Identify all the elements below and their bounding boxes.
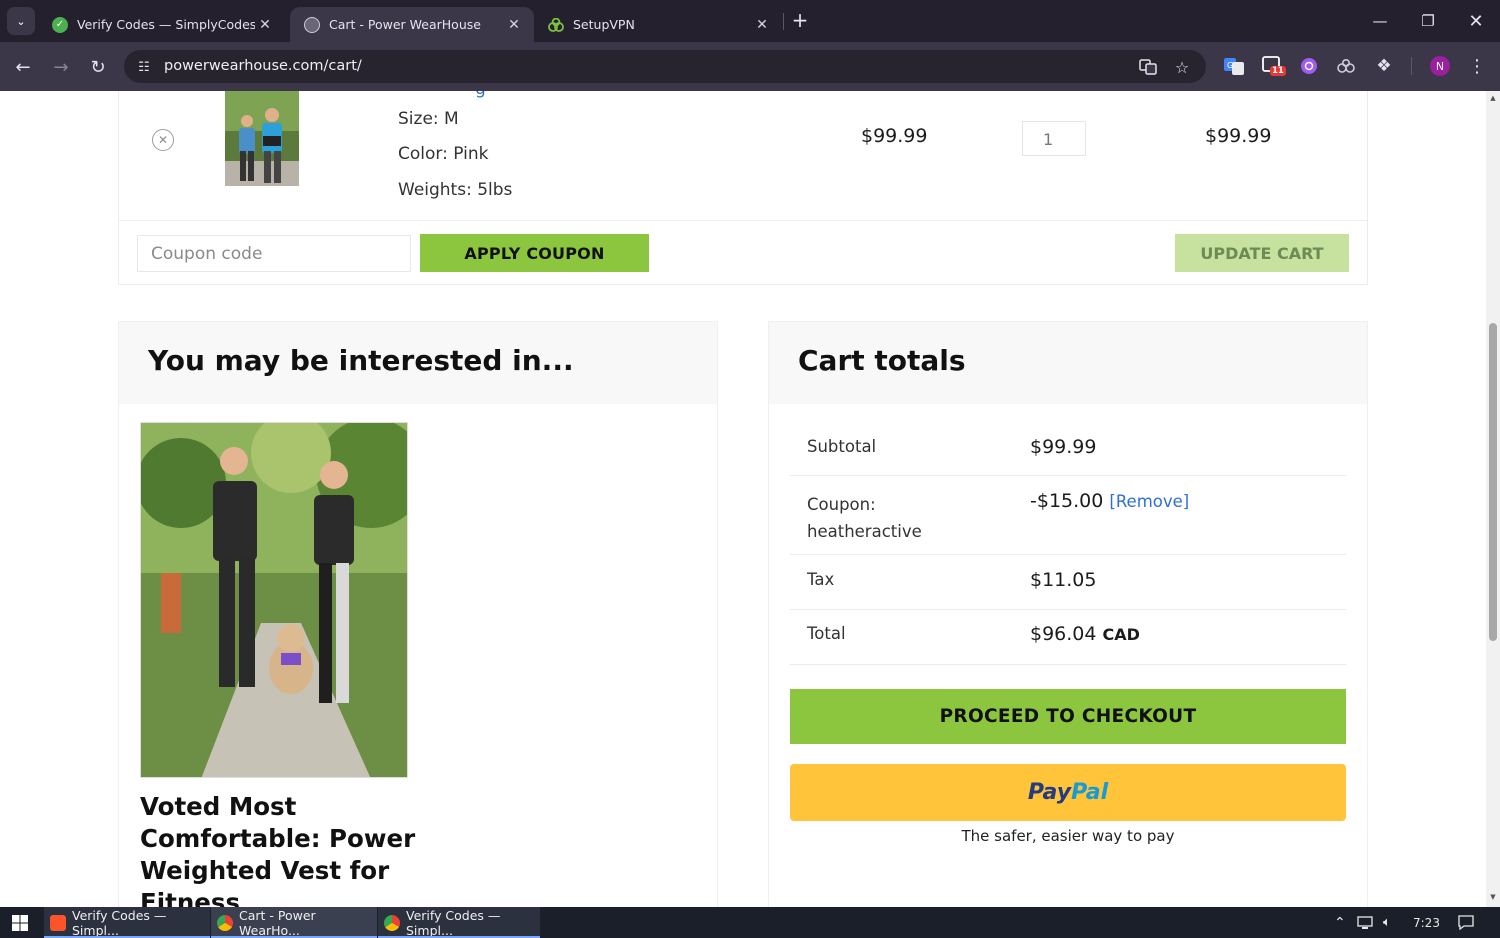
taskbar-item-label: Cart - Power WearHo... — [239, 907, 316, 938]
paypal-logo-pal: Pal — [1071, 780, 1109, 805]
paypal-logo-pay: Pay — [1027, 780, 1072, 805]
cross-sell-product-image[interactable] — [140, 422, 408, 778]
translate-icon[interactable] — [1137, 56, 1159, 78]
cross-sells-title: You may be interested in... — [148, 344, 574, 377]
chrome-icon — [217, 914, 233, 931]
scrollbar-thumb[interactable] — [1489, 323, 1497, 641]
extension-with-badge-icon[interactable]: 11 — [1262, 55, 1286, 77]
simplycodes-favicon-icon: ✓ — [52, 16, 68, 33]
totals-divider — [790, 664, 1346, 665]
subtotal-value: $99.99 — [1030, 436, 1097, 458]
volume-icon[interactable]: 🔈︎ — [1383, 907, 1391, 938]
cart-totals-title: Cart totals — [798, 344, 966, 377]
item-color: Color: Pink — [398, 144, 489, 164]
coupon-row-value: -$15.00 [Remove] — [1030, 490, 1189, 512]
address-bar[interactable]: ☷ powerwearhouse.com/cart/ ☆ — [124, 50, 1206, 83]
close-icon[interactable]: ✕ — [504, 15, 524, 35]
purple-extension-icon[interactable] — [1298, 55, 1320, 77]
taskbar-item-label: Verify Codes — Simpl... — [406, 907, 501, 938]
tab-separator — [783, 13, 784, 30]
vpn-extension-icon[interactable] — [1335, 55, 1357, 77]
product-name-link-fragment[interactable]: g — [475, 91, 486, 99]
total-currency: CAD — [1102, 625, 1140, 644]
total-value: $96.04 — [1030, 623, 1097, 645]
brave-icon — [50, 914, 66, 931]
tab-strip: ⌄ ✓ Verify Codes — SimplyCodes ✕ Cart - … — [0, 0, 1500, 42]
cart-item-thumbnail[interactable] — [225, 91, 299, 186]
site-info-icon[interactable]: ☷ — [134, 57, 154, 77]
tab-title: Cart - Power WearHouse — [329, 17, 481, 32]
tax-value: $11.05 — [1030, 569, 1097, 591]
forward-button[interactable]: → — [47, 53, 75, 81]
item-size: Size: M — [398, 109, 459, 129]
page-scrollbar[interactable]: ▲ ▼ — [1486, 91, 1500, 907]
browser-toolbar: ← → ↻ ☷ powerwearhouse.com/cart/ ☆ G 11 … — [0, 42, 1500, 91]
new-tab-button[interactable]: + — [789, 10, 811, 32]
notifications-icon[interactable] — [1458, 907, 1474, 938]
window-close-button[interactable]: ✕ — [1453, 0, 1499, 42]
extensions-puzzle-icon[interactable]: ❖ — [1373, 55, 1395, 77]
google-translate-extension-icon[interactable]: G — [1223, 55, 1245, 77]
item-price: $99.99 — [861, 125, 928, 147]
back-button[interactable]: ← — [9, 53, 37, 81]
subtotal-label: Subtotal — [807, 437, 877, 456]
taskbar-item-chrome-verify[interactable]: Verify Codes — Simpl... — [378, 907, 540, 938]
coupon-discount-value: -$15.00 — [1030, 490, 1104, 512]
chevron-down-icon: ⌄ — [16, 14, 26, 28]
tab-title: SetupVPN — [573, 17, 635, 32]
item-subtotal: $99.99 — [1205, 125, 1272, 147]
coupon-label: Coupon: heatheractive — [807, 495, 922, 541]
taskbar-item-chrome-cart[interactable]: Cart - Power WearHo... — [211, 907, 377, 938]
minimize-button[interactable]: — — [1357, 0, 1403, 42]
totals-divider — [790, 554, 1346, 555]
paypal-button[interactable]: Pay Pal — [790, 764, 1346, 821]
reload-button[interactable]: ↻ — [84, 53, 112, 81]
network-icon[interactable] — [1357, 907, 1375, 938]
tab-verify-codes[interactable]: ✓ Verify Codes — SimplyCodes ✕ — [38, 7, 285, 42]
paypal-tagline: The safer, easier way to pay — [961, 827, 1175, 845]
cross-sell-product-title[interactable]: Voted Most Comfortable: Power Weighted V… — [140, 791, 430, 907]
tab-setupvpn[interactable]: SetupVPN ✕ — [534, 7, 782, 42]
clock-time[interactable]: 7:23 — [1413, 907, 1440, 938]
scroll-down-icon[interactable]: ▼ — [1489, 893, 1497, 901]
tab-cart[interactable]: Cart - Power WearHouse ✕ — [290, 7, 534, 42]
remove-coupon-link[interactable]: [Remove] — [1109, 492, 1189, 511]
close-icon[interactable]: ✕ — [255, 15, 275, 35]
taskbar-item-label: Verify Codes — Simpl... — [72, 907, 167, 938]
quantity-input[interactable]: 1 — [1022, 121, 1086, 156]
windows-taskbar: Verify Codes — Simpl... Cart - Power Wea… — [0, 907, 1500, 938]
row-divider — [119, 220, 1367, 221]
globe-favicon-icon — [304, 16, 320, 33]
tax-label: Tax — [807, 570, 835, 589]
coupon-code-input[interactable]: Coupon code — [137, 235, 411, 272]
extension-badge: 11 — [1270, 66, 1286, 76]
url-text: powerwearhouse.com/cart/ — [164, 58, 362, 74]
cart-page: g ✕ Size: M Color: Pink Weights: 5lbs $9… — [0, 91, 1486, 907]
remove-item-icon[interactable]: ✕ — [152, 129, 174, 151]
apply-coupon-button[interactable]: APPLY COUPON — [420, 234, 649, 272]
proceed-to-checkout-button[interactable]: PROCEED TO CHECKOUT — [790, 689, 1346, 744]
update-cart-button[interactable]: UPDATE CART — [1175, 234, 1349, 272]
windows-start-icon[interactable] — [0, 907, 40, 938]
toolbar-divider — [1411, 57, 1412, 75]
total-row-value: $96.04 CAD — [1030, 623, 1140, 645]
tab-title: Verify Codes — SimplyCodes — [77, 17, 255, 32]
svg-text:G: G — [1227, 61, 1233, 70]
tray-overflow-icon[interactable]: ⌃ — [1334, 907, 1346, 938]
taskbar-item-brave[interactable]: Verify Codes — Simpl... — [44, 907, 210, 938]
close-icon[interactable]: ✕ — [752, 15, 772, 35]
bookmark-star-icon[interactable]: ☆ — [1171, 56, 1193, 78]
totals-divider — [790, 475, 1346, 476]
chrome-icon — [384, 914, 400, 931]
scroll-up-icon[interactable]: ▲ — [1489, 94, 1497, 102]
total-label: Total — [807, 624, 846, 643]
menu-kebab-icon[interactable]: ⋮ — [1466, 55, 1488, 77]
tab-search-button[interactable]: ⌄ — [7, 7, 35, 35]
totals-divider — [790, 609, 1346, 610]
profile-avatar[interactable]: N — [1430, 56, 1450, 76]
restore-button[interactable]: ❐ — [1405, 0, 1451, 42]
vpn-favicon-icon — [548, 17, 564, 33]
item-weights: Weights: 5lbs — [398, 180, 513, 200]
